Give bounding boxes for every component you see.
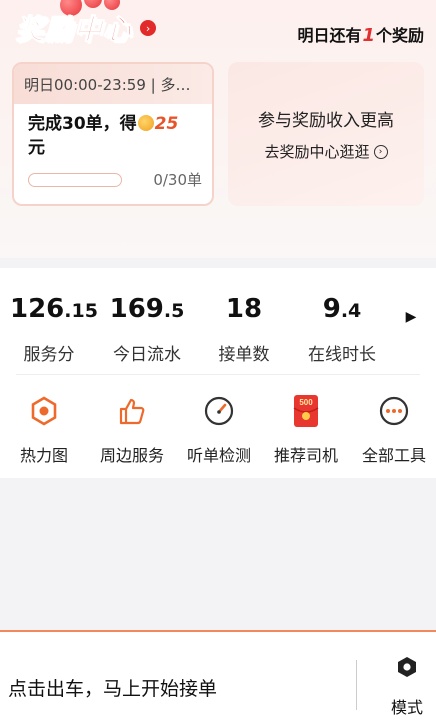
stat-value-int: 169 xyxy=(109,294,164,324)
mode-button[interactable]: 模式 xyxy=(382,656,432,718)
task-time: 明日00:00-23:59 | 多… xyxy=(14,64,212,104)
rewards-center-link[interactable]: 奖励中心 › xyxy=(15,10,157,47)
tool-order-check[interactable]: 听单检测 xyxy=(174,394,264,466)
task-desc-prefix: 完成30单，得 xyxy=(28,114,137,134)
heatmap-icon xyxy=(27,394,61,428)
tool-label: 听单检测 xyxy=(186,446,251,465)
rewards-title: 奖励中心 xyxy=(15,13,133,47)
mode-label: 模式 xyxy=(390,698,423,717)
red-envelope-icon: 500 xyxy=(289,394,323,428)
stat-label: 今日流水 xyxy=(113,345,181,365)
tomorrow-rewards: 明日还有 1 个奖励 xyxy=(297,22,424,46)
promo-link[interactable]: 去奖励中心逛逛 › xyxy=(264,141,388,162)
task-reward-amount: 25 xyxy=(154,114,179,134)
coin-icon xyxy=(137,115,154,131)
stat-value-int: 9 xyxy=(322,294,341,324)
stat-order-count[interactable]: 18 接单数 xyxy=(208,294,280,365)
tomorrow-prefix: 明日还有 xyxy=(297,26,362,45)
gauge-icon xyxy=(202,394,236,428)
tomorrow-suffix: 个奖励 xyxy=(375,26,424,45)
stat-today-revenue[interactable]: 169.5 今日流水 xyxy=(106,294,188,365)
stat-service-score[interactable]: 126.15 服务分 xyxy=(10,294,98,365)
stat-value: 126.15 xyxy=(10,294,98,326)
more-icon xyxy=(377,394,411,428)
balloon-decoration xyxy=(84,0,102,8)
tools-row: 热力图 周边服务 听单检测 500 推荐司机 全部工具 xyxy=(0,386,436,466)
stat-value-dec: .15 xyxy=(64,300,98,322)
tool-label: 全部工具 xyxy=(361,446,426,465)
stats-panel: 126.15 服务分 169.5 今日流水 18 接单数 9.4 在线时长 ▶ … xyxy=(0,268,436,478)
stat-value-int: 18 xyxy=(225,294,263,324)
bottom-bar: 点击出车，马上开始接单 模式 xyxy=(0,630,436,726)
promo-title: 参与奖励收入更高 xyxy=(258,111,394,131)
stat-label: 服务分 xyxy=(23,345,75,365)
stats-row: 126.15 服务分 169.5 今日流水 18 接单数 9.4 在线时长 ▶ xyxy=(0,268,436,372)
tool-recommend-driver[interactable]: 500 推荐司机 xyxy=(261,394,351,466)
progress-bar xyxy=(28,172,122,187)
task-desc-suffix: 元 xyxy=(28,138,45,158)
stat-value-dec: .5 xyxy=(163,300,185,322)
stat-value-dec: .4 xyxy=(340,300,362,322)
svg-text:500: 500 xyxy=(299,398,313,407)
stat-value: 169.5 xyxy=(106,294,188,326)
start-driving-button[interactable]: 点击出车，马上开始接单 xyxy=(8,674,217,701)
divider xyxy=(356,660,357,710)
stat-value: 9.4 xyxy=(300,294,384,326)
task-description: 完成30单，得 25 元 xyxy=(14,104,212,160)
tool-label: 热力图 xyxy=(19,446,68,465)
stat-label: 接单数 xyxy=(218,345,270,365)
tool-nearby-services[interactable]: 周边服务 xyxy=(87,394,177,466)
divider xyxy=(16,374,420,375)
tool-heatmap[interactable]: 热力图 xyxy=(0,394,89,466)
rewards-promo-card[interactable]: 参与奖励收入更高 去奖励中心逛逛 › xyxy=(228,62,424,206)
stat-online-hours[interactable]: 9.4 在线时长 xyxy=(300,294,384,365)
mode-icon xyxy=(398,657,416,677)
tool-all-tools[interactable]: 全部工具 xyxy=(349,394,436,466)
reward-task-card[interactable]: 明日00:00-23:59 | 多… 完成30单，得 25 元 0/30单 xyxy=(12,62,214,206)
thumbs-up-icon xyxy=(115,394,149,428)
stat-value: 18 xyxy=(208,294,280,326)
task-progress: 0/30单 xyxy=(28,169,202,190)
stat-value-int: 126 xyxy=(10,294,65,324)
promo-link-label: 去奖励中心逛逛 xyxy=(264,143,370,161)
chevron-right-icon: › xyxy=(140,20,157,36)
tool-label: 周边服务 xyxy=(99,446,164,465)
progress-text: 0/30单 xyxy=(153,171,202,189)
stat-label: 在线时长 xyxy=(308,345,376,365)
rewards-section: 奖励中心 › 明日还有 1 个奖励 明日00:00-23:59 | 多… 完成3… xyxy=(0,0,436,258)
tomorrow-count: 1 xyxy=(362,25,375,46)
tool-label: 推荐司机 xyxy=(273,446,338,465)
caret-right-icon[interactable]: ▶ xyxy=(400,306,422,328)
chevron-circle-right-icon: › xyxy=(373,144,388,159)
